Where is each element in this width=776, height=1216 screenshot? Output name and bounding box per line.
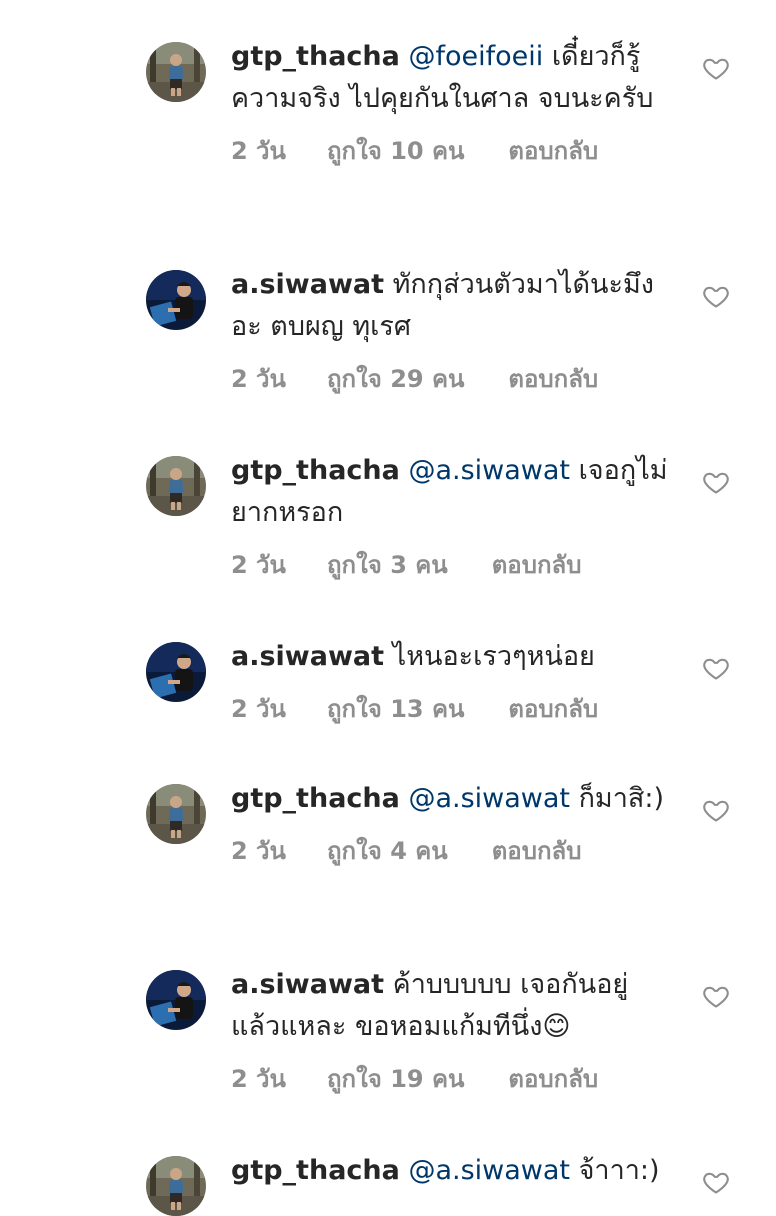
username-link[interactable]: a.siwawat <box>231 641 384 672</box>
heart-outline-icon[interactable] <box>702 468 730 496</box>
avatar[interactable] <box>146 784 206 844</box>
avatar[interactable] <box>146 1156 206 1216</box>
likes-count[interactable]: ถูกใจ 13 คน <box>327 692 464 726</box>
reply-button[interactable]: ตอบกลับ <box>508 692 598 726</box>
username-link[interactable]: gtp_thacha <box>231 455 400 486</box>
likes-count[interactable]: ถูกใจ 19 คน <box>327 1062 464 1096</box>
comment-meta: 2 วัน ถูกใจ 3 คน ตอบกลับ <box>231 548 671 582</box>
heart-outline-icon[interactable] <box>702 982 730 1010</box>
comment-body: gtp_thacha @a.siwawat เจอกูไม่ยากหรอก 2 … <box>231 450 671 582</box>
reply-button[interactable]: ตอบกลับ <box>508 1062 598 1096</box>
likes-count[interactable]: ถูกใจ 3 คน <box>327 548 448 582</box>
comment-text: gtp_thacha @a.siwawat จ้าาา:) <box>231 1150 671 1192</box>
comment-time: 2 วัน <box>231 695 286 723</box>
mention-link[interactable]: @foeifoeii <box>408 41 543 72</box>
comment-time: 2 วัน <box>231 551 286 579</box>
comment-time: 2 วัน <box>231 365 286 393</box>
reply-button[interactable]: ตอบกลับ <box>492 834 582 868</box>
username-link[interactable]: a.siwawat <box>231 969 384 1000</box>
avatar[interactable] <box>146 970 206 1030</box>
reply-button[interactable]: ตอบกลับ <box>492 548 582 582</box>
comment-time: 2 วัน <box>231 137 286 165</box>
comment-text: a.siwawat ทักกุส่วนตัวมาได้นะมึงอะ ตบผญ … <box>231 264 671 348</box>
likes-count[interactable]: ถูกใจ 4 คน <box>327 834 448 868</box>
comment-text: gtp_thacha @a.siwawat เจอกูไม่ยากหรอก <box>231 450 671 534</box>
comment-text: a.siwawat ไหนอะเรวๆหน่อย <box>231 636 671 678</box>
reply-button[interactable]: ตอบกลับ <box>508 134 598 168</box>
comment-meta: 2 วัน ถูกใจ 29 คน ตอบกลับ <box>231 362 671 396</box>
comment-text: gtp_thacha @a.siwawat ก็มาสิ:) <box>231 778 671 820</box>
heart-outline-icon[interactable] <box>702 54 730 82</box>
mention-link[interactable]: @a.siwawat <box>408 455 570 486</box>
likes-count[interactable]: ถูกใจ 10 คน <box>327 134 464 168</box>
comment-thread: gtp_thacha @foeifoeii เดี๋ยวก็รู้ความจริ… <box>0 0 776 1216</box>
username-link[interactable]: gtp_thacha <box>231 1155 400 1186</box>
comment-body: gtp_thacha @a.siwawat จ้าาา:) <box>231 1150 671 1192</box>
likes-count[interactable]: ถูกใจ 29 คน <box>327 362 464 396</box>
heart-outline-icon[interactable] <box>702 654 730 682</box>
comment-meta: 2 วัน ถูกใจ 10 คน ตอบกลับ <box>231 134 671 168</box>
comment-meta: 2 วัน ถูกใจ 4 คน ตอบกลับ <box>231 834 671 868</box>
comment-body: a.siwawat ทักกุส่วนตัวมาได้นะมึงอะ ตบผญ … <box>231 264 671 396</box>
comment-text: a.siwawat ค้าบบบบบ เจอกันอยู่แล้วแหละ ขอ… <box>231 964 671 1048</box>
comment-body: gtp_thacha @a.siwawat ก็มาสิ:) 2 วัน ถูกใ… <box>231 778 671 868</box>
heart-outline-icon[interactable] <box>702 1168 730 1196</box>
avatar[interactable] <box>146 642 206 702</box>
comment-content: ไหนอะเรวๆหน่อย <box>384 641 595 672</box>
username-link[interactable]: gtp_thacha <box>231 41 400 72</box>
comment-meta: 2 วัน ถูกใจ 13 คน ตอบกลับ <box>231 692 671 726</box>
avatar[interactable] <box>146 42 206 102</box>
comment-time: 2 วัน <box>231 837 286 865</box>
heart-outline-icon[interactable] <box>702 282 730 310</box>
reply-button[interactable]: ตอบกลับ <box>508 362 598 396</box>
mention-link[interactable]: @a.siwawat <box>408 1155 570 1186</box>
username-link[interactable]: gtp_thacha <box>231 783 400 814</box>
avatar[interactable] <box>146 456 206 516</box>
comment-content: ก็มาสิ:) <box>570 783 664 814</box>
username-link[interactable]: a.siwawat <box>231 269 384 300</box>
comment-time: 2 วัน <box>231 1065 286 1093</box>
heart-outline-icon[interactable] <box>702 796 730 824</box>
comment-meta: 2 วัน ถูกใจ 19 คน ตอบกลับ <box>231 1062 671 1096</box>
mention-link[interactable]: @a.siwawat <box>408 783 570 814</box>
comment-text: gtp_thacha @foeifoeii เดี๋ยวก็รู้ความจริ… <box>231 36 671 120</box>
comment-content: จ้าาา:) <box>570 1155 660 1186</box>
comment-body: a.siwawat ไหนอะเรวๆหน่อย 2 วัน ถูกใจ 13 ค… <box>231 636 671 726</box>
comment-body: a.siwawat ค้าบบบบบ เจอกันอยู่แล้วแหละ ขอ… <box>231 964 671 1096</box>
avatar[interactable] <box>146 270 206 330</box>
comment-body: gtp_thacha @foeifoeii เดี๋ยวก็รู้ความจริ… <box>231 36 671 168</box>
